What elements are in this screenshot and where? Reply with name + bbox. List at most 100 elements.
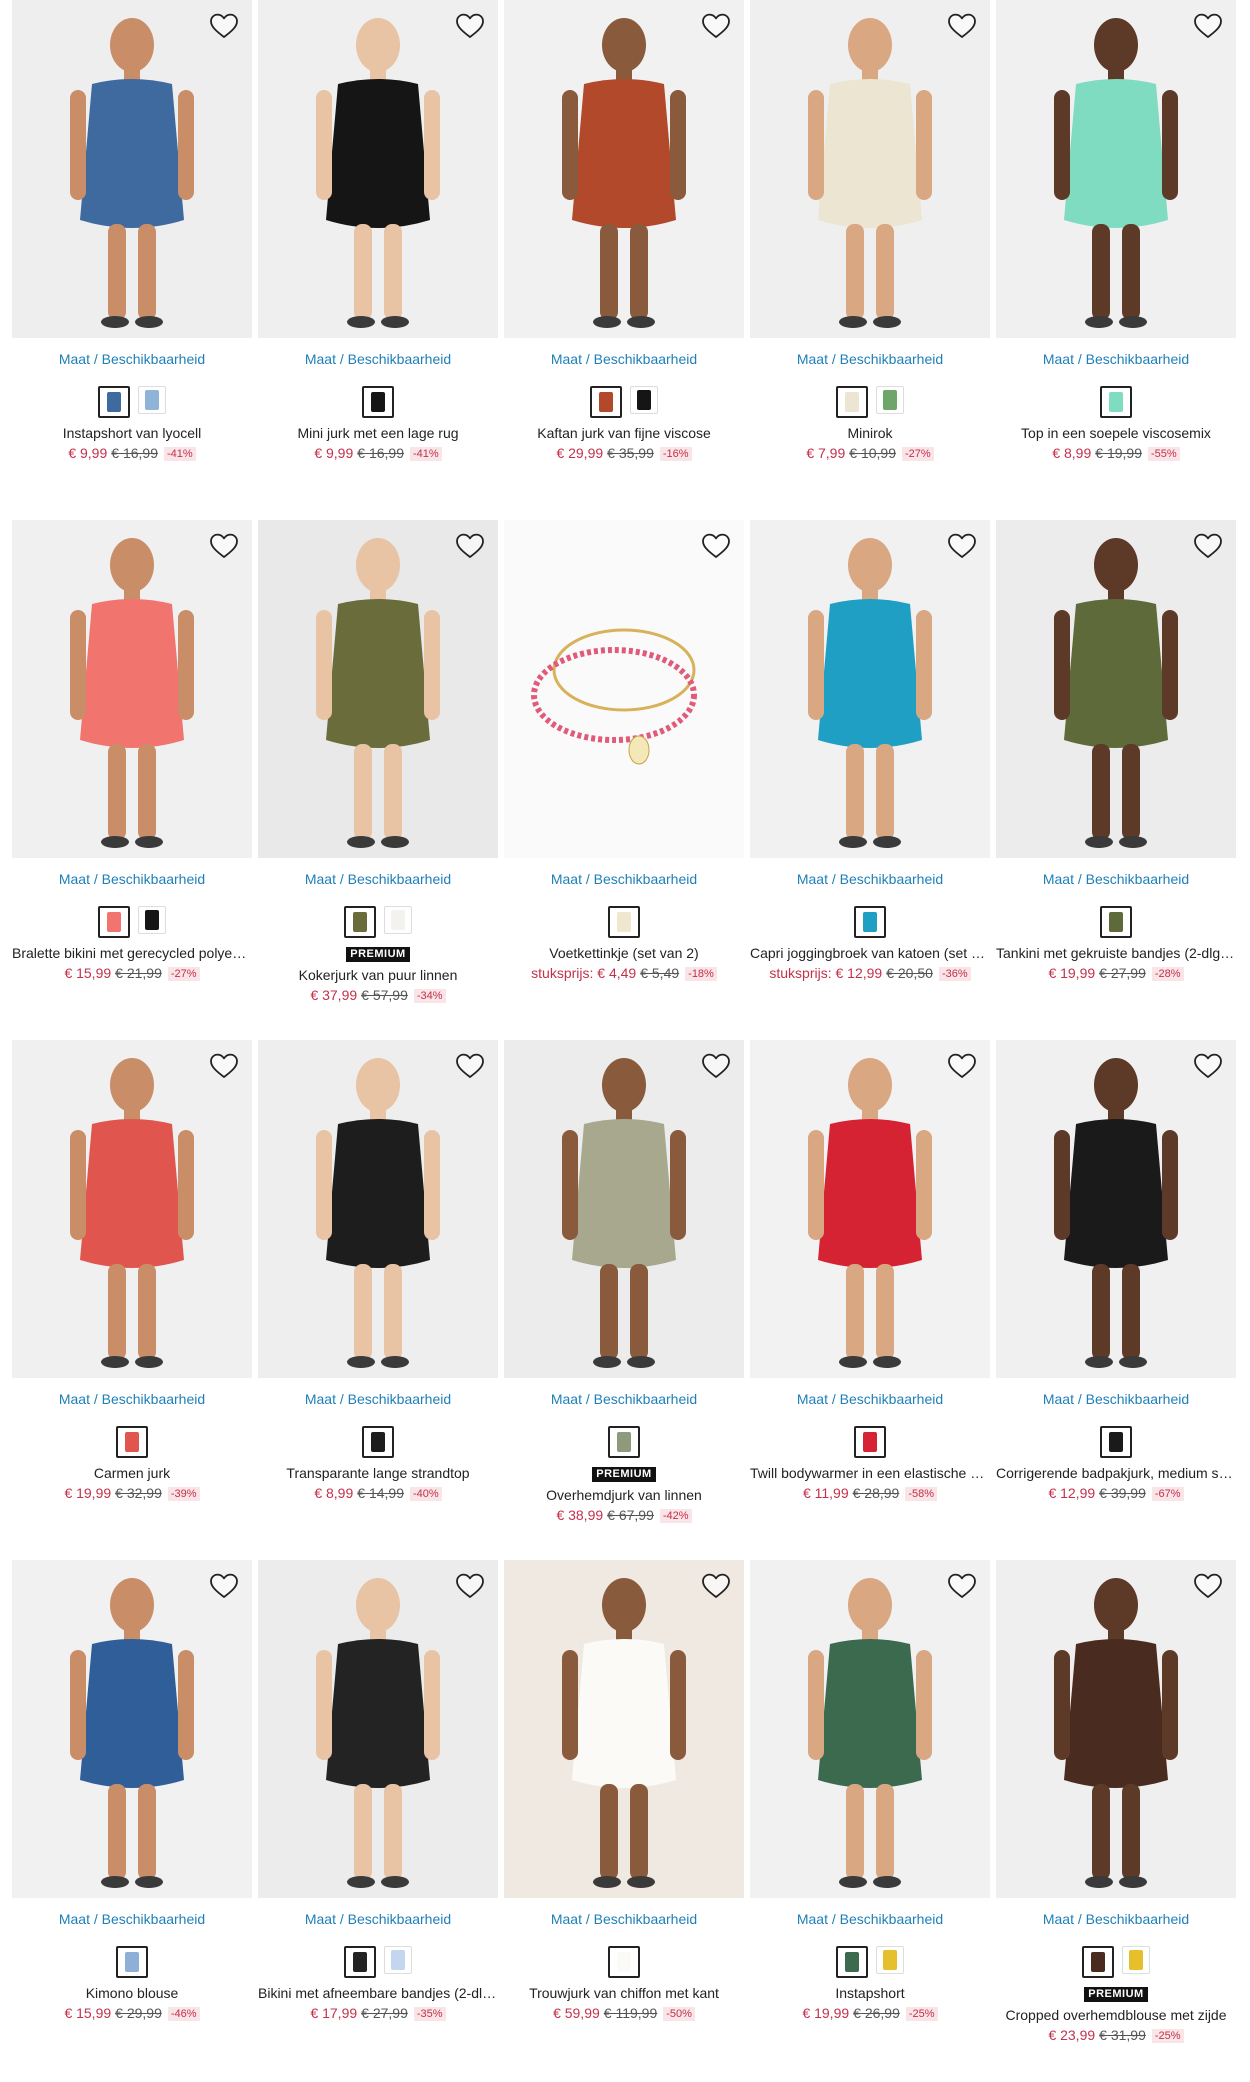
size-availability-link[interactable]: Maat / Beschikbaarheid [996, 350, 1236, 368]
product-image[interactable] [750, 1560, 990, 1898]
product-card[interactable]: Maat / Beschikbaarheid Trouwjurk van chif… [504, 1560, 744, 2022]
wishlist-heart-icon[interactable] [700, 10, 732, 42]
product-card[interactable]: Maat / Beschikbaarheid Kimono blouse € 15,… [12, 1560, 252, 2022]
product-image[interactable] [996, 1560, 1236, 1898]
color-swatch[interactable] [1100, 386, 1132, 418]
size-availability-link[interactable]: Maat / Beschikbaarheid [504, 1390, 744, 1408]
product-name[interactable]: Voetkettinkje (set van 2) [504, 944, 744, 962]
product-card[interactable]: Maat / Beschikbaarheid Transparante lange… [258, 1040, 498, 1502]
product-card[interactable]: Maat / Beschikbaarheid Tankini met gekrui… [996, 520, 1236, 982]
product-card[interactable]: Maat / Beschikbaarheid Twill bodywarmer i… [750, 1040, 990, 1502]
product-card[interactable]: Maat / Beschikbaarheid Instapshort € 19,99… [750, 1560, 990, 2022]
product-card[interactable]: Maat / Beschikbaarheid PREMIUM Kokerjurk v… [258, 520, 498, 1004]
color-swatch[interactable] [608, 1426, 640, 1458]
color-swatch[interactable] [876, 386, 904, 414]
size-availability-link[interactable]: Maat / Beschikbaarheid [750, 1390, 990, 1408]
product-name[interactable]: Capri joggingbroek van katoen (set van 2… [750, 944, 990, 962]
product-image[interactable] [504, 0, 744, 338]
color-swatch[interactable] [1100, 906, 1132, 938]
product-image[interactable] [750, 520, 990, 858]
product-card[interactable]: Maat / Beschikbaarheid Capri joggingbroek… [750, 520, 990, 982]
product-name[interactable]: Kaftan jurk van fijne viscose [504, 424, 744, 442]
product-card[interactable]: Maat / Beschikbaarheid Voetkettinkje (set… [504, 520, 744, 982]
color-swatch[interactable] [876, 1946, 904, 1974]
product-card[interactable]: Maat / Beschikbaarheid Mini jurk met een … [258, 0, 498, 462]
product-card[interactable]: Maat / Beschikbaarheid Kaftan jurk van fi… [504, 0, 744, 462]
product-name[interactable]: Cropped overhemdblouse met zijde [996, 2006, 1236, 2024]
size-availability-link[interactable]: Maat / Beschikbaarheid [12, 870, 252, 888]
color-swatch[interactable] [98, 906, 130, 938]
size-availability-link[interactable]: Maat / Beschikbaarheid [504, 350, 744, 368]
product-name[interactable]: Top in een soepele viscosemix [996, 424, 1236, 442]
product-card[interactable]: Maat / Beschikbaarheid Carmen jurk € 19,99… [12, 1040, 252, 1502]
product-card[interactable]: Maat / Beschikbaarheid Top in een soepele… [996, 0, 1236, 462]
size-availability-link[interactable]: Maat / Beschikbaarheid [996, 870, 1236, 888]
size-availability-link[interactable]: Maat / Beschikbaarheid [258, 350, 498, 368]
color-swatch[interactable] [590, 386, 622, 418]
wishlist-heart-icon[interactable] [454, 1570, 486, 1602]
product-image[interactable] [258, 1040, 498, 1378]
product-image[interactable] [996, 0, 1236, 338]
color-swatch[interactable] [384, 1946, 412, 1974]
size-availability-link[interactable]: Maat / Beschikbaarheid [258, 1910, 498, 1928]
color-swatch[interactable] [854, 906, 886, 938]
product-image[interactable] [504, 520, 744, 858]
color-swatch[interactable] [608, 906, 640, 938]
color-swatch[interactable] [344, 906, 376, 938]
product-card[interactable]: Maat / Beschikbaarheid Instapshort van ly… [12, 0, 252, 462]
wishlist-heart-icon[interactable] [208, 530, 240, 562]
size-availability-link[interactable]: Maat / Beschikbaarheid [12, 1390, 252, 1408]
product-name[interactable]: Bikini met afneembare bandjes (2-dlg. se… [258, 1984, 498, 2002]
size-availability-link[interactable]: Maat / Beschikbaarheid [996, 1390, 1236, 1408]
product-image[interactable] [258, 520, 498, 858]
wishlist-heart-icon[interactable] [946, 1050, 978, 1082]
product-name[interactable]: Kokerjurk van puur linnen [258, 966, 498, 984]
wishlist-heart-icon[interactable] [946, 10, 978, 42]
wishlist-heart-icon[interactable] [454, 530, 486, 562]
product-image[interactable] [750, 0, 990, 338]
color-swatch[interactable] [138, 906, 166, 934]
wishlist-heart-icon[interactable] [700, 1050, 732, 1082]
product-card[interactable]: Maat / Beschikbaarheid Bralette bikini me… [12, 520, 252, 982]
size-availability-link[interactable]: Maat / Beschikbaarheid [12, 1910, 252, 1928]
wishlist-heart-icon[interactable] [1192, 1570, 1224, 1602]
product-name[interactable]: Kimono blouse [12, 1984, 252, 2002]
color-swatch[interactable] [362, 1426, 394, 1458]
product-card[interactable]: Maat / Beschikbaarheid Minirok € 7,99 € 10,… [750, 0, 990, 462]
color-swatch[interactable] [836, 1946, 868, 1978]
color-swatch[interactable] [138, 386, 166, 414]
product-image[interactable] [750, 1040, 990, 1378]
product-name[interactable]: Twill bodywarmer in een elastische kwali… [750, 1464, 990, 1482]
product-name[interactable]: Instapshort [750, 1984, 990, 2002]
color-swatch[interactable] [116, 1426, 148, 1458]
product-card[interactable]: Maat / Beschikbaarheid Bikini met afneemb… [258, 1560, 498, 2022]
color-swatch[interactable] [608, 1946, 640, 1978]
color-swatch[interactable] [1100, 1426, 1132, 1458]
product-image[interactable] [996, 1040, 1236, 1378]
wishlist-heart-icon[interactable] [454, 1050, 486, 1082]
wishlist-heart-icon[interactable] [208, 10, 240, 42]
product-card[interactable]: Maat / Beschikbaarheid PREMIUM Cropped ove… [996, 1560, 1236, 2044]
wishlist-heart-icon[interactable] [208, 1570, 240, 1602]
wishlist-heart-icon[interactable] [946, 530, 978, 562]
size-availability-link[interactable]: Maat / Beschikbaarheid [504, 1910, 744, 1928]
color-swatch[interactable] [344, 1946, 376, 1978]
product-image[interactable] [12, 520, 252, 858]
product-name[interactable]: Overhemdjurk van linnen [504, 1486, 744, 1504]
color-swatch[interactable] [362, 386, 394, 418]
color-swatch[interactable] [384, 906, 412, 934]
wishlist-heart-icon[interactable] [946, 1570, 978, 1602]
size-availability-link[interactable]: Maat / Beschikbaarheid [750, 870, 990, 888]
product-image[interactable] [12, 1040, 252, 1378]
color-swatch[interactable] [1082, 1946, 1114, 1978]
product-image[interactable] [258, 1560, 498, 1898]
color-swatch[interactable] [98, 386, 130, 418]
color-swatch[interactable] [854, 1426, 886, 1458]
size-availability-link[interactable]: Maat / Beschikbaarheid [504, 870, 744, 888]
product-name[interactable]: Carmen jurk [12, 1464, 252, 1482]
size-availability-link[interactable]: Maat / Beschikbaarheid [750, 1910, 990, 1928]
product-name[interactable]: Trouwjurk van chiffon met kant [504, 1984, 744, 2002]
product-name[interactable]: Instapshort van lyocell [12, 424, 252, 442]
product-card[interactable]: Maat / Beschikbaarheid PREMIUM Overhemdjur… [504, 1040, 744, 1524]
product-image[interactable] [996, 520, 1236, 858]
